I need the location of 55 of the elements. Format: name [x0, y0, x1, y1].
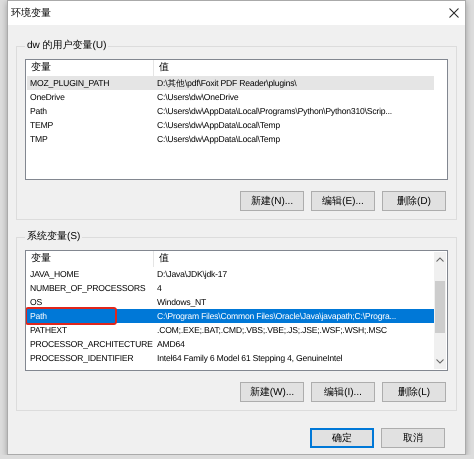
list-row[interactable]: TEMP C:\Users\dw\AppData\Local\Temp: [27, 118, 434, 132]
variable-value: C:\Program Files\Common Files\Oracle\Java\javapath;C:\Progra...: [156, 310, 398, 323]
variable-value: Windows_NT: [156, 296, 208, 309]
window-title: 环境变量: [11, 6, 51, 20]
scroll-up-icon[interactable]: [436, 257, 444, 262]
column-header[interactable]: 变量: [26, 251, 154, 267]
list-row[interactable]: PROCESSOR_IDENTIFIER Intel64 Family 6 Model 61 Stepping 4, GenuineIntel: [27, 351, 434, 365]
delete-button[interactable]: 删除(D): [382, 191, 446, 211]
variable-name: PROCESSOR_IDENTIFIER: [29, 352, 134, 365]
cancel-button[interactable]: 取消: [381, 428, 445, 448]
list-row[interactable]: NUMBER_OF_PROCESSORS 4: [27, 281, 434, 295]
variable-value: Intel64 Family 6 Model 61 Stepping 4, GenuineIntel: [156, 352, 344, 365]
variable-value: D:\其他\pdf\Foxit PDF Reader\plugins\: [156, 77, 298, 90]
new-button[interactable]: 新建(N)...: [240, 191, 304, 211]
variable-name: Path: [29, 105, 48, 118]
variable-name: Path: [29, 310, 48, 323]
list-row[interactable]: JAVA_HOME D:\Java\JDK\jdk-17: [27, 267, 434, 281]
variable-value: C:\Users\dw\AppData\Local\Temp: [156, 133, 281, 146]
variable-value: C:\Users\dw\AppData\Local\Programs\Python\Python310\Scrip...: [156, 105, 393, 118]
edit-button[interactable]: 编辑(E)...: [311, 191, 375, 211]
variable-value: 4: [156, 282, 163, 295]
list-row[interactable]: PATHEXT .COM;.EXE;.BAT;.CMD;.VBS;.VBE;.JS;.JSE;.WSF;.WSH;.MSC: [27, 323, 434, 337]
scroll-down-icon[interactable]: [436, 359, 444, 364]
variable-value: .COM;.EXE;.BAT;.CMD;.VBS;.VBE;.JS;.JSE;.WSF;.WSH;.MSC: [156, 324, 388, 337]
close-icon[interactable]: [449, 8, 459, 18]
column-header[interactable]: 值: [154, 251, 169, 267]
variable-name: OneDrive: [29, 91, 66, 104]
edit-button[interactable]: 编辑(I)...: [311, 382, 375, 402]
variable-name: TEMP: [29, 119, 54, 132]
list-row[interactable]: MOZ_PLUGIN_PATH D:\其他\pdf\Foxit PDF Reader\plugins\: [27, 76, 434, 90]
column-header[interactable]: 值: [154, 60, 169, 76]
variable-value: C:\Users\dw\OneDrive: [156, 91, 240, 104]
list-row[interactable]: PROCESSOR_ARCHITECTURE AMD64: [27, 337, 434, 351]
new-button[interactable]: 新建(W)...: [240, 382, 304, 402]
list-row[interactable]: OS Windows_NT: [27, 295, 434, 309]
variable-name: PATHEXT: [29, 324, 68, 337]
list-row[interactable]: OneDrive C:\Users\dw\OneDrive: [27, 90, 434, 104]
variable-name: PROCESSOR_ARCHITECTURE: [29, 338, 154, 351]
list-row[interactable]: TMP C:\Users\dw\AppData\Local\Temp: [27, 132, 434, 146]
variable-value: D:\Java\JDK\jdk-17: [156, 268, 228, 281]
scrollbar-thumb[interactable]: [435, 281, 445, 333]
variable-value: AMD64: [156, 338, 186, 351]
variable-name: TMP: [29, 133, 49, 146]
scrollbar[interactable]: [434, 252, 446, 369]
group-label: dw 的用户变量(U): [26, 39, 108, 53]
ok-button[interactable]: 确定: [310, 428, 374, 448]
variable-name: JAVA_HOME: [29, 268, 80, 281]
delete-button[interactable]: 删除(L): [382, 382, 446, 402]
variable-name: OS: [29, 296, 44, 309]
list-row[interactable]: Path C:\Program Files\Common Files\Oracle\Java\javapath;C:\Progra...: [27, 309, 434, 323]
list-row[interactable]: Path C:\Users\dw\AppData\Local\Programs\Python\Python310\Scrip...: [27, 104, 434, 118]
variable-name: NUMBER_OF_PROCESSORS: [29, 282, 146, 295]
variable-value: C:\Users\dw\AppData\Local\Temp: [156, 119, 281, 132]
variable-name: MOZ_PLUGIN_PATH: [29, 77, 110, 90]
group-label: 系统变量(S): [26, 230, 82, 244]
